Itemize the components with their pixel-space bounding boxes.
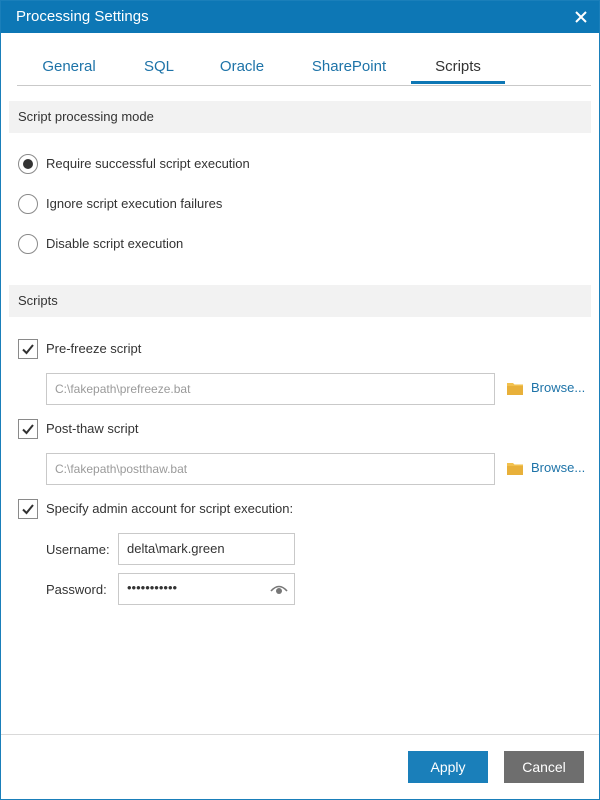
footer-divider: [1, 734, 599, 735]
cancel-button[interactable]: Cancel: [504, 751, 584, 783]
folder-icon: [507, 463, 523, 475]
radio-button[interactable]: [18, 154, 38, 174]
radio-label: Ignore script execution failures: [46, 196, 223, 211]
checkbox-label: Post-thaw script: [46, 421, 139, 436]
checkbox-admin-account[interactable]: Specify admin account for script executi…: [18, 499, 338, 521]
checkbox[interactable]: [18, 339, 38, 359]
section-title: Scripts: [18, 293, 58, 308]
tab-bar: General SQL Oracle SharePoint Scripts: [17, 53, 591, 86]
radio-label: Disable script execution: [46, 236, 184, 251]
post-thaw-path-field[interactable]: C:\fakepath\postthaw.bat: [46, 453, 495, 485]
checkbox-label: Pre-freeze script: [46, 341, 142, 356]
close-button[interactable]: [571, 7, 591, 27]
apply-button[interactable]: Apply: [408, 751, 488, 783]
checkmark-icon: [22, 424, 34, 435]
tab-sharepoint[interactable]: SharePoint: [287, 53, 411, 83]
post-thaw-browse-link[interactable]: Browse...: [507, 459, 597, 479]
radio-button[interactable]: [18, 194, 38, 214]
radio-selected-dot: [23, 159, 33, 169]
checkbox-post-thaw[interactable]: Post-thaw script: [18, 419, 218, 441]
password-label: Password:: [46, 582, 107, 597]
checkbox-label: Specify admin account for script executi…: [46, 501, 294, 516]
pre-freeze-browse-link[interactable]: Browse...: [507, 379, 597, 399]
username-label: Username:: [46, 542, 110, 557]
username-value: delta\mark.green: [127, 541, 225, 556]
pre-freeze-path-field[interactable]: C:\fakepath\prefreeze.bat: [46, 373, 495, 405]
section-header-processing-mode: Script processing mode: [9, 101, 591, 133]
browse-label: Browse...: [531, 460, 586, 475]
radio-disable-execution[interactable]: Disable script execution: [18, 234, 318, 256]
folder-icon: [507, 383, 523, 395]
radio-button[interactable]: [18, 234, 38, 254]
section-header-scripts: Scripts: [9, 285, 591, 317]
dialog-title: Processing Settings: [16, 8, 149, 25]
radio-ignore-failures[interactable]: Ignore script execution failures: [18, 194, 318, 216]
tab-scripts[interactable]: Scripts: [411, 53, 505, 84]
checkbox[interactable]: [18, 499, 38, 519]
checkbox-pre-freeze[interactable]: Pre-freeze script: [18, 339, 218, 361]
tab-oracle[interactable]: Oracle: [197, 53, 287, 83]
processing-settings-dialog: Processing Settings General SQL Oracle S…: [0, 0, 600, 800]
tab-general[interactable]: General: [17, 53, 121, 83]
checkmark-icon: [22, 344, 34, 355]
checkmark-icon: [22, 504, 34, 515]
browse-label: Browse...: [531, 380, 586, 395]
username-input[interactable]: delta\mark.green: [118, 533, 295, 565]
password-input[interactable]: •••••••••••: [118, 573, 295, 605]
section-title: Script processing mode: [18, 109, 154, 124]
close-icon: [575, 11, 587, 23]
show-password-icon[interactable]: [270, 582, 288, 596]
checkbox[interactable]: [18, 419, 38, 439]
radio-label: Require successful script execution: [46, 156, 250, 171]
password-value: •••••••••••: [127, 580, 178, 595]
radio-require-success[interactable]: Require successful script execution: [18, 154, 318, 176]
tab-sql[interactable]: SQL: [121, 53, 197, 83]
title-bar: Processing Settings: [1, 1, 599, 33]
